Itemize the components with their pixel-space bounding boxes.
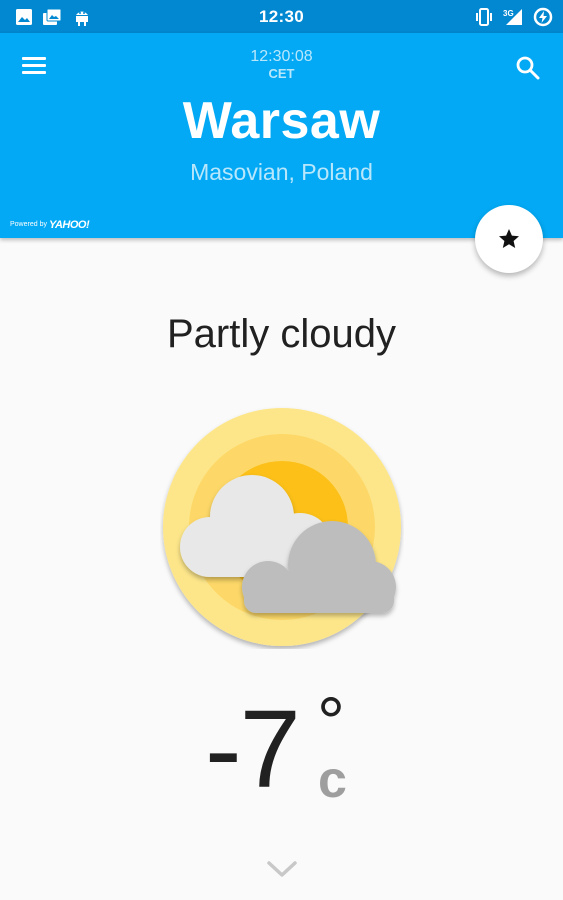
local-clock: 12:30:08 CET [0, 48, 563, 82]
partly-cloudy-icon [163, 408, 401, 646]
clock-time: 12:30:08 [250, 48, 313, 65]
powered-by-yahoo: Powered by YAHOO! [10, 216, 90, 234]
svg-text:3G: 3G [503, 9, 514, 18]
status-bar: 12:30 3G [0, 0, 563, 33]
temperature-display: -7 ° c [205, 683, 405, 820]
temperature-value: -7 [205, 688, 301, 811]
temperature-unit: c [318, 751, 347, 809]
vibrate-icon [476, 8, 492, 26]
star-icon [499, 229, 519, 248]
signal-3g-icon: 3G [503, 9, 522, 25]
provider-logo: YAHOO! [48, 218, 90, 231]
weather-condition: Partly cloudy [167, 312, 396, 356]
chevron-down-icon[interactable] [266, 858, 298, 880]
favorite-button[interactable] [475, 205, 543, 273]
search-icon[interactable] [514, 54, 542, 82]
city-name: Warsaw [182, 92, 381, 150]
battery-charging-icon [533, 7, 553, 27]
powered-by-label: Powered by [10, 221, 47, 229]
region-name: Masovian, Poland [190, 159, 373, 185]
timezone-label: CET [268, 66, 295, 81]
app-header: 12:30:08 CET Warsaw Masovian, Poland Pow… [0, 33, 563, 238]
